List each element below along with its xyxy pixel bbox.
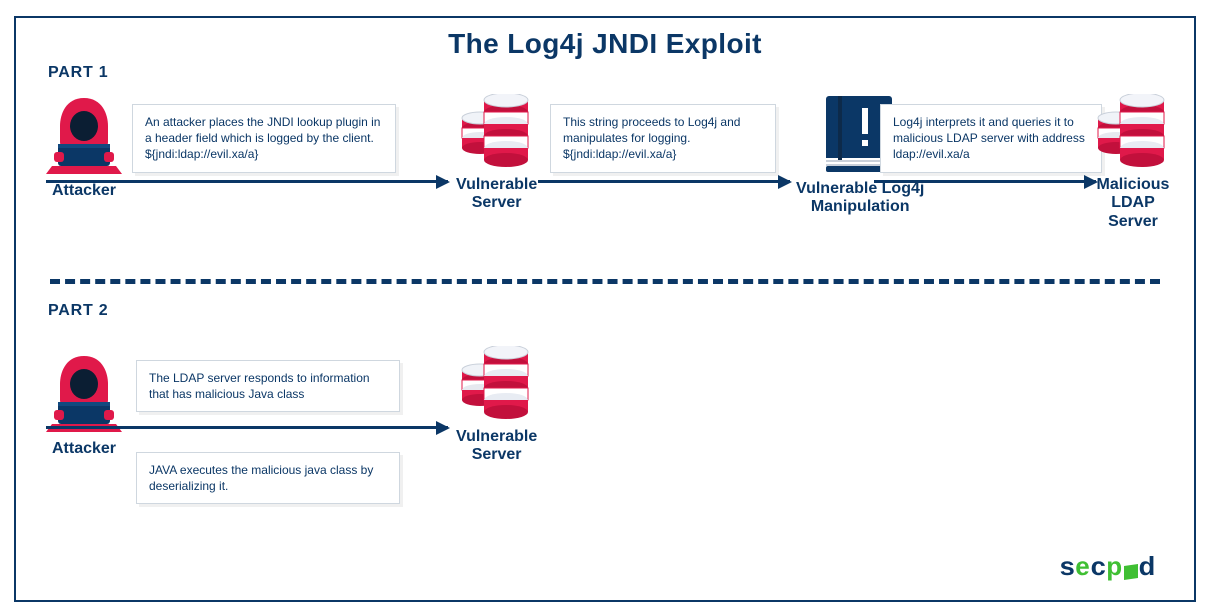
page-title: The Log4j JNDI Exploit xyxy=(50,28,1160,60)
diagram-frame: The Log4j JNDI Exploit PART 1 Attacker A… xyxy=(14,16,1196,602)
caption-attacker: Attacker xyxy=(52,182,116,200)
arrow-attacker-to-server-2 xyxy=(46,426,448,429)
database-icon xyxy=(1096,94,1170,172)
database-icon xyxy=(460,346,534,424)
msg-jndi-injection: An attacker places the JNDI lookup plugi… xyxy=(132,104,396,173)
arrow-attacker-to-server xyxy=(46,180,448,183)
node-vulnerable-server: Vulnerable Server xyxy=(456,94,537,213)
part2-label: PART 2 xyxy=(48,302,1160,320)
part2-row: Attacker The LDAP server responds to inf… xyxy=(50,330,1160,540)
msg-ldap-response: The LDAP server responds to information … xyxy=(136,360,400,412)
database-icon xyxy=(460,94,534,172)
brand-logo: secpd xyxy=(1060,551,1156,582)
attacker-icon xyxy=(44,92,124,178)
attacker-icon xyxy=(44,350,124,436)
caption-vulnerable-server: Vulnerable Server xyxy=(456,176,537,213)
section-divider xyxy=(50,279,1160,284)
msg-ldap-query: Log4j interprets it and queries it to ma… xyxy=(880,104,1102,173)
caption-ldap-server: Malicious LDAP Server xyxy=(1096,176,1170,231)
part1-row: Attacker An attacker places the JNDI loo… xyxy=(50,84,1160,269)
caption-attacker-2: Attacker xyxy=(52,440,116,458)
msg-log4j-string: This string proceeds to Log4j and manipu… xyxy=(550,104,776,173)
logo-cube-icon xyxy=(1124,565,1138,579)
node-attacker-2: Attacker xyxy=(44,350,124,458)
node-attacker: Attacker xyxy=(44,92,124,200)
arrow-server-to-log4j xyxy=(538,180,790,183)
msg-java-deserialize: JAVA executes the malicious java class b… xyxy=(136,452,400,504)
arrow-log4j-to-ldap xyxy=(874,180,1096,183)
caption-log4j: Vulnerable Log4j Manipulation xyxy=(796,180,924,217)
caption-vulnerable-server-2: Vulnerable Server xyxy=(456,428,537,465)
part1-label: PART 1 xyxy=(48,64,1160,82)
node-vulnerable-server-2: Vulnerable Server xyxy=(456,346,537,465)
node-ldap-server: Malicious LDAP Server xyxy=(1096,94,1170,231)
